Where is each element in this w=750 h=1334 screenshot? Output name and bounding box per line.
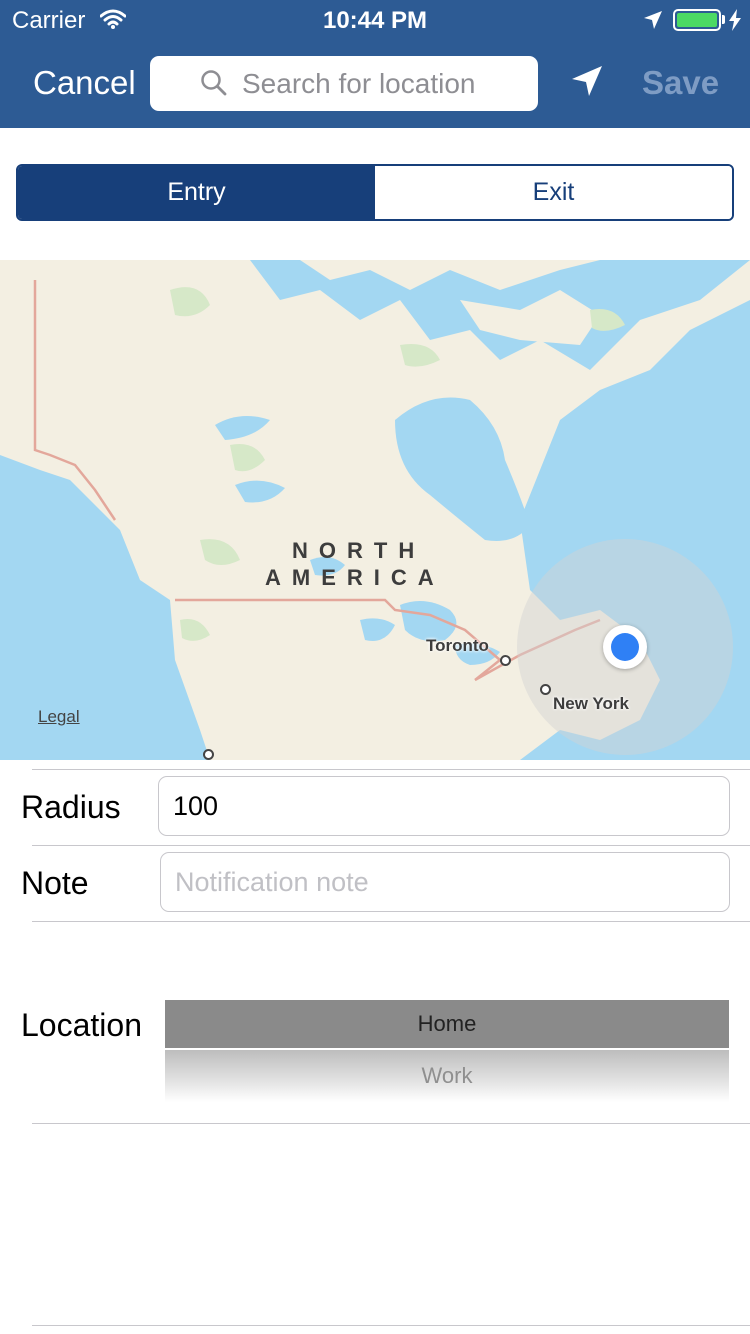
status-time: 10:44 PM — [322, 7, 428, 34]
search-input[interactable] — [242, 56, 532, 111]
status-bar: Carrier 10:44 PM — [0, 0, 750, 40]
divider-radius — [32, 845, 750, 846]
map-view[interactable]: NORTH AMERICA Toronto New York Legal — [0, 260, 750, 760]
save-button[interactable]: Save — [642, 64, 719, 102]
city-label-new-york: New York — [553, 694, 629, 713]
search-icon — [200, 69, 228, 102]
city-dot-bottom — [203, 749, 214, 760]
city-label-toronto: Toronto — [426, 636, 489, 655]
segment-exit[interactable]: Exit — [375, 166, 732, 219]
map-land-shapes — [0, 260, 750, 760]
picker-option-home[interactable]: Home — [165, 1000, 729, 1048]
divider-top — [32, 769, 750, 770]
cancel-button[interactable]: Cancel — [33, 64, 136, 102]
search-bar[interactable] — [150, 56, 538, 111]
city-dot-toronto — [500, 655, 511, 666]
picker-option-work[interactable]: Work — [165, 1050, 729, 1102]
divider-bottom — [32, 1325, 750, 1326]
battery-icon — [673, 9, 721, 31]
map-region-label-north: NORTH — [292, 538, 426, 563]
note-field[interactable] — [160, 852, 730, 912]
legal-link[interactable]: Legal — [38, 707, 80, 727]
user-location-icon[interactable] — [603, 625, 647, 669]
user-location-dot — [611, 633, 639, 661]
charging-bolt-icon — [728, 9, 742, 36]
map-region-label-america: AMERICA — [265, 565, 445, 590]
entry-exit-segmented-control: Entry Exit — [16, 164, 734, 221]
divider-location — [32, 1123, 750, 1124]
radius-label: Radius — [21, 789, 121, 825]
battery-nub — [722, 15, 725, 24]
navigation-bar: Carrier 10:44 PM Cancel Search for locat… — [0, 0, 750, 128]
city-dot-new-york — [540, 684, 551, 695]
radius-field[interactable] — [158, 776, 730, 836]
segment-entry[interactable]: Entry — [18, 166, 375, 219]
location-picker[interactable]: Home Work — [165, 1000, 729, 1104]
location-label: Location — [21, 1007, 142, 1043]
location-services-icon — [643, 10, 663, 35]
divider-note — [32, 921, 750, 922]
location-arrow-icon[interactable] — [570, 64, 604, 103]
note-label: Note — [21, 865, 89, 901]
